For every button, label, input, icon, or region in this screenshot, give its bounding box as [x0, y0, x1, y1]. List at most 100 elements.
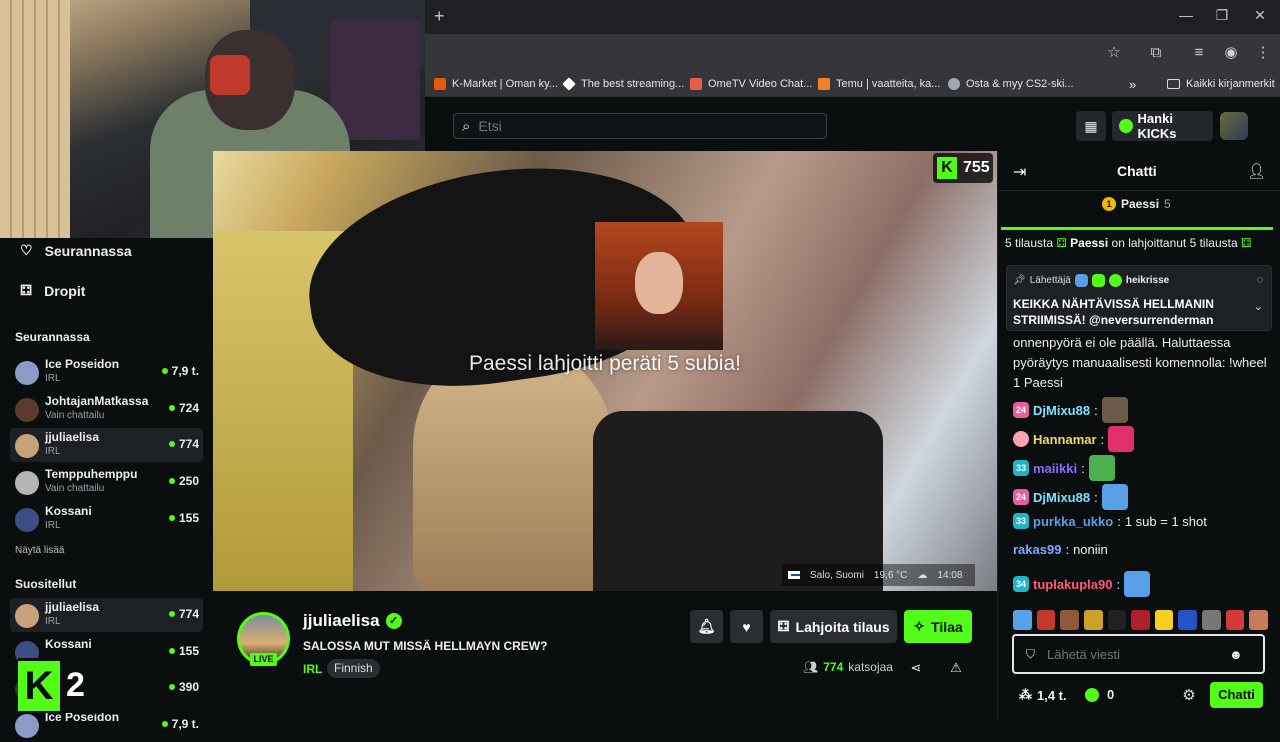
emote-button[interactable] [1154, 610, 1174, 630]
chat-users-icon[interactable]: 👤︎ [1247, 162, 1266, 180]
minimize-icon[interactable]: — [1177, 6, 1195, 24]
search-box[interactable]: ⌕ [453, 113, 827, 139]
bell-icon: 🔔︎ [697, 618, 716, 634]
get-kicks-label: Hanki KICKs [1137, 111, 1177, 141]
bookmark-streaming[interactable]: The best streaming... [562, 76, 685, 92]
gear-icon[interactable]: ⚙ [1180, 686, 1198, 704]
channel-avatar [15, 434, 39, 459]
chat-username[interactable]: purkka_ukko [1033, 514, 1113, 529]
nav-following[interactable]: ♡ Seurannassa [20, 242, 132, 259]
library-button[interactable]: ▦ [1076, 111, 1106, 141]
search-input[interactable] [478, 118, 799, 134]
weather-icon: ☁ [917, 569, 928, 581]
streamer-name[interactable]: jjuliaelisa [303, 611, 380, 631]
bookmark-cs2[interactable]: Osta & myy CS2-ski... [948, 76, 1074, 92]
chat-username[interactable]: rakas99 [1013, 542, 1061, 557]
maximize-icon[interactable]: ❐ [1213, 6, 1231, 24]
gift-icon: ⚃ [1240, 236, 1252, 250]
emote-button[interactable] [1131, 610, 1150, 630]
cs2-favicon [948, 78, 960, 90]
bookmark-label: K-Market | Oman ky... [452, 78, 558, 90]
show-more-link[interactable]: Näytä lisää [15, 545, 64, 556]
chat-separator: : [1065, 542, 1070, 557]
chat-input-box[interactable]: ⛉ ☻ [1012, 634, 1265, 674]
channel-points[interactable]: ⁂ 1,4 t. [1019, 687, 1067, 703]
gift-sub-button[interactable]: ⚃ Lahjoita tilaus [770, 610, 897, 643]
gift-icon: ⚃ [777, 618, 790, 634]
channel-viewers: 724 [168, 401, 199, 415]
gift-icon: ⚃ [1056, 236, 1071, 250]
bookmark-star-icon[interactable]: ☆ [1103, 42, 1125, 64]
sidebar-channel[interactable]: JohtajanMatkassa Vain chattailu 724 [10, 392, 203, 426]
emote-button[interactable] [1036, 610, 1056, 630]
folder-icon [1167, 79, 1180, 89]
nav-drops[interactable]: ⚃ Dropit [20, 282, 85, 299]
channel-viewer-count: 155 [178, 643, 199, 658]
chat-message: rakas99: noniin [1013, 542, 1108, 557]
emoji-icon[interactable]: ☻ [1229, 647, 1243, 662]
report-icon[interactable]: ⚠ [947, 659, 965, 677]
sidebar-channel[interactable]: Kossani IRL 155 [10, 502, 203, 536]
emote-button[interactable] [1013, 610, 1032, 630]
chat-username[interactable]: maiikki [1033, 461, 1077, 476]
local-time: 14:08 [937, 569, 963, 581]
emote-button[interactable] [1060, 610, 1079, 630]
profile-icon[interactable]: ◉ [1220, 42, 1242, 64]
emote-button[interactable] [1083, 610, 1103, 630]
chat-username[interactable]: tuplakupla90 [1033, 577, 1112, 592]
points-value: 1,4 t. [1037, 687, 1067, 703]
sidebar-channel[interactable]: jjuliaelisa IRL 774 [10, 428, 203, 463]
bookmarks-overflow-button[interactable]: » [1129, 76, 1136, 92]
channel-name: Ice Poseidon [45, 357, 120, 371]
language-tag[interactable]: Finnish [327, 659, 380, 678]
channel-category: IRL [45, 373, 61, 384]
channel-viewer-count: 390 [178, 680, 199, 695]
channel-viewer-count: 250 [178, 474, 199, 489]
hide-pinned-icon[interactable]: ◌ [1256, 274, 1263, 286]
sidebar-channel[interactable]: Ice Poseidon IRL 7,9 t. [10, 355, 203, 389]
bookmark-ometv[interactable]: OmeTV Video Chat... [690, 76, 812, 92]
follow-button[interactable]: ♥ [730, 610, 763, 643]
notifications-button[interactable]: 🔔︎ [690, 610, 723, 643]
viewer-number: 774 [823, 660, 844, 674]
new-tab-icon[interactable]: + [434, 6, 452, 26]
chat-username[interactable]: DjMixu88 [1033, 490, 1090, 505]
bookmark-temu[interactable]: Temu | vaatteita, ka... [818, 76, 940, 92]
emote-button[interactable] [1249, 610, 1269, 630]
extensions-icon[interactable]: ⧉ [1145, 42, 1167, 64]
chevron-down-icon[interactable]: ⌄ [1254, 300, 1263, 313]
sidebar-channel[interactable]: Temppuhemppu Vain chattailu 250 [10, 465, 203, 499]
kicks-balance[interactable]: 0 [1085, 687, 1114, 702]
emote-button[interactable] [1202, 610, 1221, 630]
emote-button[interactable] [1107, 610, 1127, 630]
collapse-chat-icon[interactable]: ⇥ [1013, 162, 1026, 182]
share-icon[interactable]: ⋖ [907, 659, 925, 677]
chat-username[interactable]: Hannamar [1033, 432, 1097, 447]
bookmark-kmarket[interactable]: K-Market | Oman ky... [434, 76, 558, 92]
emote-button[interactable] [1225, 610, 1245, 630]
get-kicks-button[interactable]: Hanki KICKs [1112, 111, 1213, 141]
all-bookmarks-button[interactable]: Kaikki kirjanmerkit [1167, 76, 1275, 92]
diamond-favicon [562, 77, 576, 91]
chat-message: 33 purkka_ukko:1 sub = 1 shot [1013, 513, 1207, 529]
channel-viewers: 7,9 t. [161, 717, 199, 731]
menu-icon[interactable]: ⋮ [1252, 42, 1274, 64]
send-chat-button[interactable]: Chatti [1210, 682, 1263, 708]
close-icon[interactable]: ✕ [1251, 6, 1269, 24]
chat-username[interactable]: DjMixu88 [1033, 403, 1090, 418]
bookmark-label: Temu | vaatteita, ka... [836, 78, 941, 90]
emote-button[interactable] [1178, 610, 1198, 630]
bookmark-label: The best streaming... [581, 78, 685, 90]
subscriber-badge: 33 [1013, 460, 1029, 476]
channel-avatar [15, 507, 39, 532]
user-avatar[interactable] [1220, 112, 1248, 140]
sidebar-channel[interactable]: Ice Poseidon 7,9 t. [10, 708, 203, 742]
subscribe-button[interactable]: ✧ Tilaa [904, 610, 972, 643]
chat-input[interactable] [1047, 646, 1218, 662]
stream-category[interactable]: IRL [303, 662, 322, 676]
sidebar-channel[interactable]: jjuliaelisa IRL 774 [10, 598, 203, 632]
media-control-icon[interactable]: ≡ [1188, 42, 1210, 64]
leaderboard-rank: 1 [1102, 197, 1116, 211]
gift-leaderboard[interactable]: 1 Paessi 5 [1102, 197, 1171, 211]
pinned-header: 📌︎ Lähettäjä heikrisse [1013, 274, 1169, 287]
